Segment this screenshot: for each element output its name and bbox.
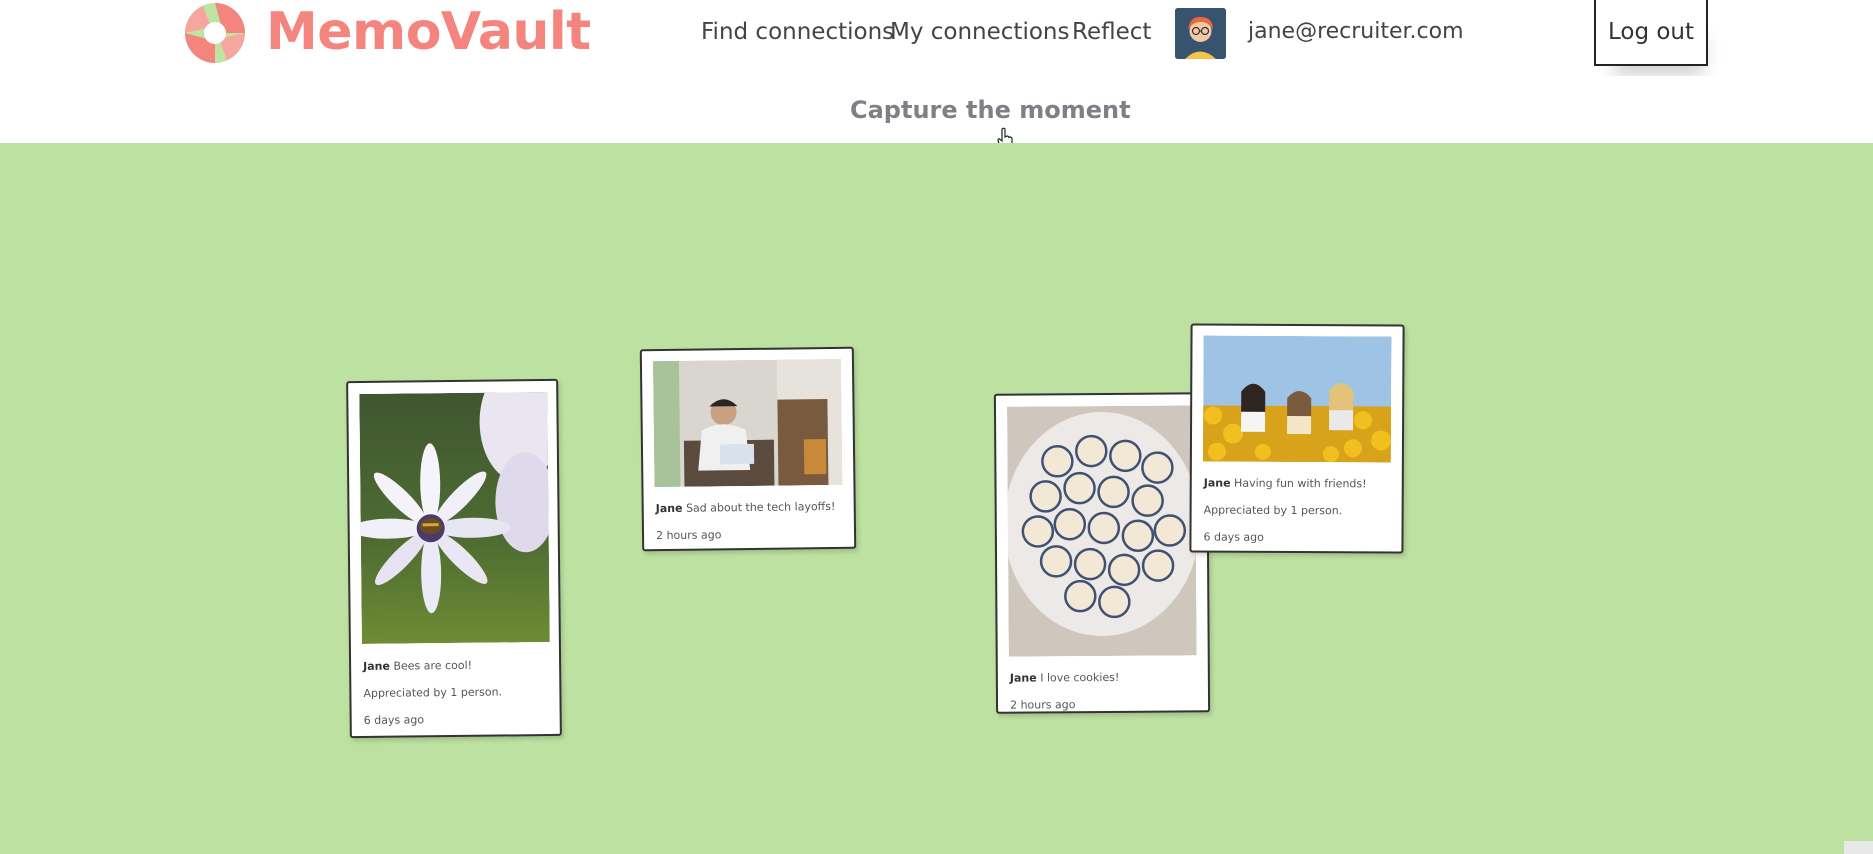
memory-photo [1006, 405, 1197, 657]
person-at-desk-photo-icon [652, 358, 843, 488]
memory-caption: Jane Having fun with friends! [1204, 477, 1367, 491]
memory-author[interactable]: Jane [1010, 671, 1037, 684]
memory-timestamp: 6 days ago [363, 713, 425, 727]
nav-my-connections[interactable]: My connections [890, 14, 1069, 50]
memory-caption-text: I love cookies! [1040, 670, 1120, 685]
user-avatar[interactable] [1175, 8, 1226, 59]
friends-in-sunflowers-photo-icon [1202, 335, 1392, 463]
memory-author[interactable]: Jane [1204, 477, 1231, 490]
brand-name[interactable]: MemoVault [266, 2, 591, 62]
nav-reflect[interactable]: Reflect [1072, 14, 1151, 50]
memory-card[interactable]: Jane Having fun with friends! Appreciate… [1189, 323, 1405, 554]
corner-badge [1844, 841, 1873, 854]
logout-button[interactable]: Log out [1594, 0, 1708, 66]
memory-caption-text: Having fun with friends! [1234, 476, 1367, 491]
memory-timestamp: 6 days ago [1203, 530, 1264, 544]
memory-card[interactable]: Jane Sad about the tech layoffs! 2 hours… [639, 346, 857, 552]
memory-caption-text: Bees are cool! [393, 658, 473, 673]
camera-shutter-logo-icon[interactable] [183, 1, 247, 65]
memory-photo [1202, 335, 1392, 463]
memory-appreciation: Appreciated by 1 person. [363, 685, 503, 700]
memory-board: Jane Bees are cool! Appreciated by 1 per… [0, 143, 1873, 854]
plate-of-cookies-photo-icon [1006, 405, 1197, 657]
memory-caption: Jane Sad about the tech layoffs! [656, 500, 836, 515]
memory-card[interactable]: Jane I love cookies! 2 hours ago [993, 392, 1211, 714]
memory-photo [652, 358, 843, 488]
memory-author[interactable]: Jane [363, 660, 390, 673]
top-nav-bar: MemoVault Find connections My connection… [0, 0, 1873, 77]
capture-moment-link[interactable]: Capture the moment [850, 93, 1131, 127]
memory-caption: Jane I love cookies! [1010, 671, 1120, 685]
memory-author[interactable]: Jane [656, 502, 683, 515]
memory-card[interactable]: Jane Bees are cool! Appreciated by 1 per… [346, 378, 562, 739]
avatar-illustration-icon [1175, 8, 1226, 59]
user-email: jane@recruiter.com [1248, 19, 1464, 44]
memory-caption: Jane Bees are cool! [363, 659, 472, 673]
memory-caption-text: Sad about the tech layoffs! [685, 499, 836, 515]
memory-appreciation: Appreciated by 1 person. [1203, 503, 1343, 518]
memory-timestamp: 2 hours ago [655, 528, 722, 543]
bee-on-daisy-photo-icon [359, 392, 550, 644]
memory-timestamp: 2 hours ago [1010, 698, 1076, 712]
nav-find-connections[interactable]: Find connections [701, 14, 894, 50]
memory-photo [359, 392, 550, 644]
